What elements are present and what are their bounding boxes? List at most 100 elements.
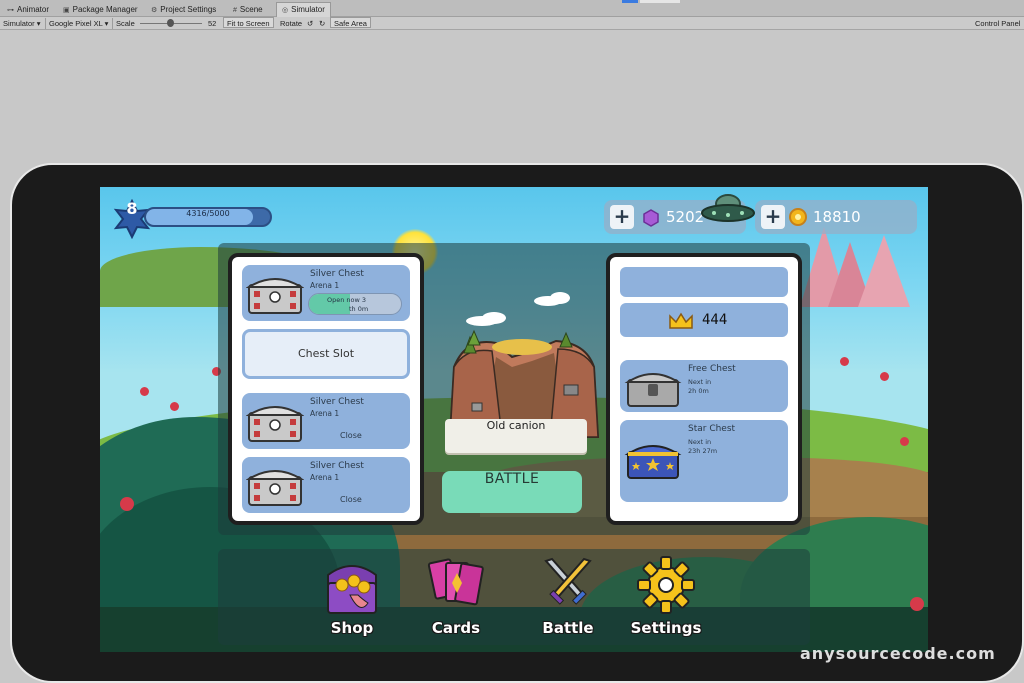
trophy-count: 444 [702, 312, 728, 328]
chevron-down-icon: ▾ [104, 19, 109, 28]
rotate-left-icon[interactable]: ↺ [307, 18, 313, 29]
free-chest[interactable]: Free Chest Next in 2h 0m [620, 360, 788, 412]
free-chest-icon [624, 373, 682, 407]
scale-value: 52 [208, 19, 217, 28]
chest-arena: Arena 1 [310, 281, 340, 290]
scale-label: Scale [116, 19, 135, 28]
tab-simulator[interactable]: ◎ Simulator [276, 2, 331, 17]
ufo-icon [701, 194, 755, 222]
chest-close-status: Close [340, 431, 362, 440]
rotate-right-icon[interactable]: ↻ [319, 18, 325, 29]
editor-tab-bar: ⊶ Animator ▣ Package Manager ⚙ Project Sett… [0, 0, 1024, 17]
next-in-label: Next in [688, 378, 712, 386]
coin-icon [789, 208, 807, 226]
silver-chest-icon [246, 470, 304, 506]
chest-slot-3[interactable]: Silver Chest Arena 1 Close [242, 393, 410, 449]
next-in-time: 23h 27m [688, 447, 718, 455]
cards-icon [427, 558, 484, 606]
settings-gear-icon [637, 556, 695, 614]
berry [120, 497, 134, 511]
nav-shop[interactable]: Shop [312, 555, 392, 645]
trophy-bar: 444 [620, 303, 788, 337]
game-screen: 4316/5000 8 + 5202 + 18810 Silver Chest … [100, 187, 928, 652]
level-number: 8 [126, 199, 138, 218]
star-chest[interactable]: Star Chest Next in 23h 27m [620, 420, 788, 502]
chest-arena: Arena 1 [310, 473, 340, 482]
add-coins-button[interactable]: + [761, 205, 785, 229]
chest-name: Silver Chest [310, 397, 364, 407]
nav-settings[interactable]: Settings [626, 555, 706, 645]
watermark: anysourcecode.com [800, 644, 996, 663]
device-dropdown[interactable]: Google Pixel XL ▾ [49, 18, 108, 29]
chevron-down-icon: ▾ [36, 19, 41, 28]
nav-shop-label: Shop [330, 619, 374, 637]
safe-area-button[interactable]: Safe Area [330, 17, 371, 28]
gem-icon [643, 209, 659, 227]
rotate-label: Rotate [280, 19, 303, 28]
nav-cards-label: Cards [431, 619, 481, 637]
battle-button[interactable]: BATTLE [442, 471, 582, 513]
nav-cards[interactable]: Cards [416, 555, 496, 645]
window-indicator [622, 0, 638, 3]
silver-chest-icon [246, 406, 304, 442]
berry [900, 437, 909, 446]
silver-chest-icon [246, 278, 304, 314]
chest-slot-1[interactable]: Silver Chest Arena 1 Open now 3 th 0m [242, 265, 410, 321]
berry [140, 387, 149, 396]
chest-close-status: Close [340, 495, 362, 504]
nav-settings-label: Settings [630, 619, 702, 637]
nav-battle-label: Battle [542, 619, 594, 637]
chest-next-in: Next in 2h 0m [688, 378, 748, 396]
nav-battle[interactable]: Battle [528, 555, 608, 645]
chest-slots-card: Silver Chest Arena 1 Open now 3 th 0m Ch… [228, 253, 424, 525]
berry [910, 597, 924, 611]
next-in-time: 2h 0m [688, 387, 709, 395]
fit-to-screen-button[interactable]: Fit to Screen [223, 17, 274, 28]
rewards-header-bar [620, 267, 788, 297]
tab-scene[interactable]: # Scene [228, 3, 268, 17]
add-gems-button[interactable]: + [610, 205, 634, 229]
window-indicator-2 [640, 0, 680, 3]
mountain [858, 235, 910, 307]
animator-icon: ⊶ [7, 7, 14, 14]
separator [112, 18, 113, 29]
package-icon: ▣ [63, 7, 70, 14]
crown-icon [669, 312, 693, 329]
separator [45, 18, 46, 29]
tab-package-manager[interactable]: ▣ Package Manager [58, 3, 143, 17]
control-panel-button[interactable]: Control Panel [975, 18, 1020, 29]
gems-amount: 5202 [666, 208, 705, 226]
chest-arena: Arena 1 [310, 409, 340, 418]
berry [170, 402, 179, 411]
tab-animator[interactable]: ⊶ Animator [2, 3, 54, 17]
chest-next-in: Next in 23h 27m [688, 438, 748, 456]
simulator-icon: ◎ [282, 7, 289, 14]
open-now-button[interactable]: Open now 3 th 0m [308, 293, 402, 315]
arena-name-banner: Old canion [445, 419, 587, 453]
scene-icon: # [233, 7, 237, 14]
bottom-nav-panel [218, 549, 810, 645]
chest-slot-4[interactable]: Silver Chest Arena 1 Close [242, 457, 410, 513]
shop-icon [327, 565, 377, 614]
coins-counter: + 18810 [755, 200, 917, 234]
xp-text: 4316/5000 [186, 209, 230, 218]
chest-name: Silver Chest [310, 269, 364, 279]
swords-icon [544, 557, 592, 605]
mode-dropdown[interactable]: Simulator ▾ [3, 18, 41, 29]
coins-amount: 18810 [813, 208, 861, 226]
star-chest-icon [624, 445, 682, 479]
chest-name: Star Chest [688, 424, 736, 434]
tab-project-settings[interactable]: ⚙ Project Settings [146, 3, 221, 17]
gear-icon: ⚙ [151, 7, 158, 14]
chest-name: Silver Chest [310, 461, 364, 471]
chest-name: Free Chest [688, 364, 736, 374]
open-time-text: th 0m [349, 305, 369, 313]
xp-bar: 4316/5000 [144, 207, 272, 227]
scale-slider-handle[interactable] [167, 19, 174, 27]
berry [840, 357, 849, 366]
chest-slot-2-empty[interactable]: Chest Slot [242, 329, 410, 379]
berry [880, 372, 889, 381]
simulator-toolbar: Simulator ▾ Google Pixel XL ▾ Scale 52 F… [0, 17, 1024, 30]
rewards-card: 444 Free Chest Next in 2h 0m Star Chest N… [606, 253, 802, 525]
open-now-text: Open now 3 [327, 296, 367, 304]
